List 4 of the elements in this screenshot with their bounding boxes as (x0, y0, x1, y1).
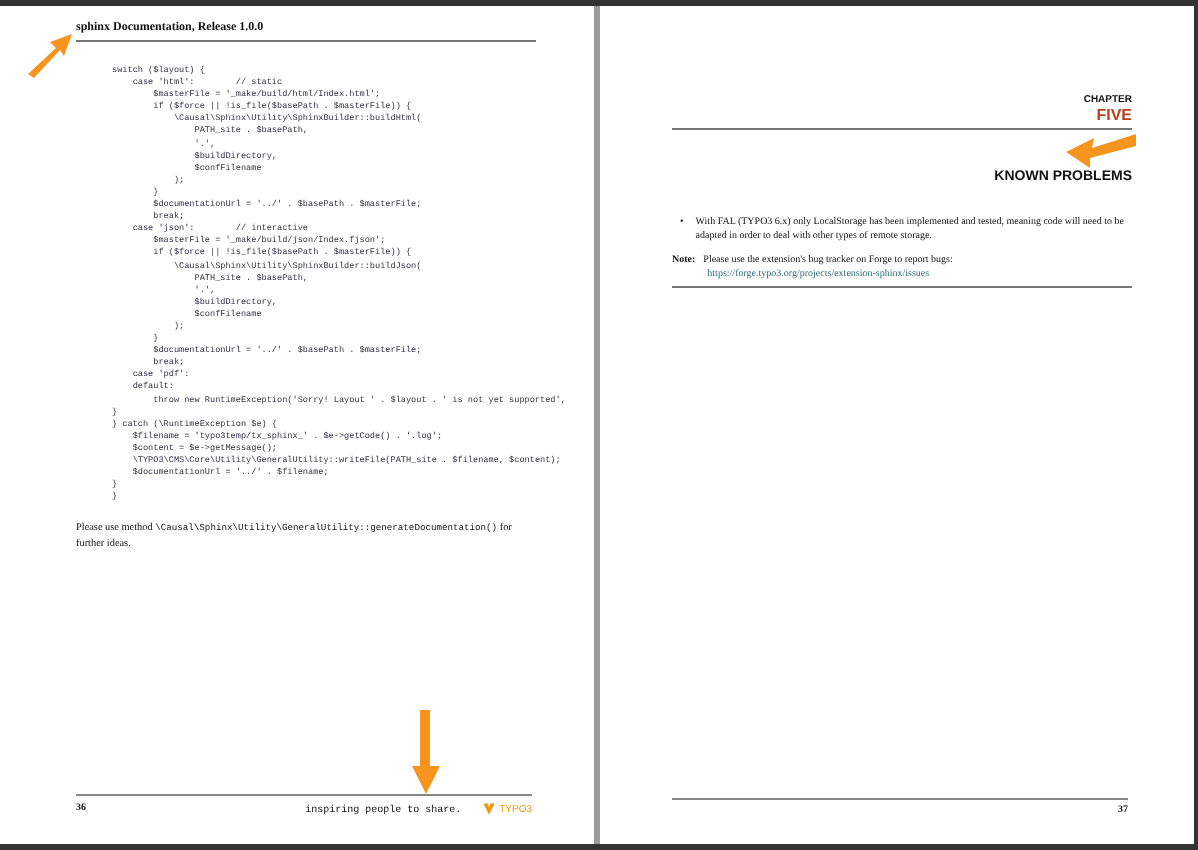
annotation-arrow (410, 710, 442, 794)
annotation-arrow (24, 30, 76, 78)
logo-icon (481, 802, 496, 816)
chapter-number: FIVE (1096, 106, 1132, 124)
